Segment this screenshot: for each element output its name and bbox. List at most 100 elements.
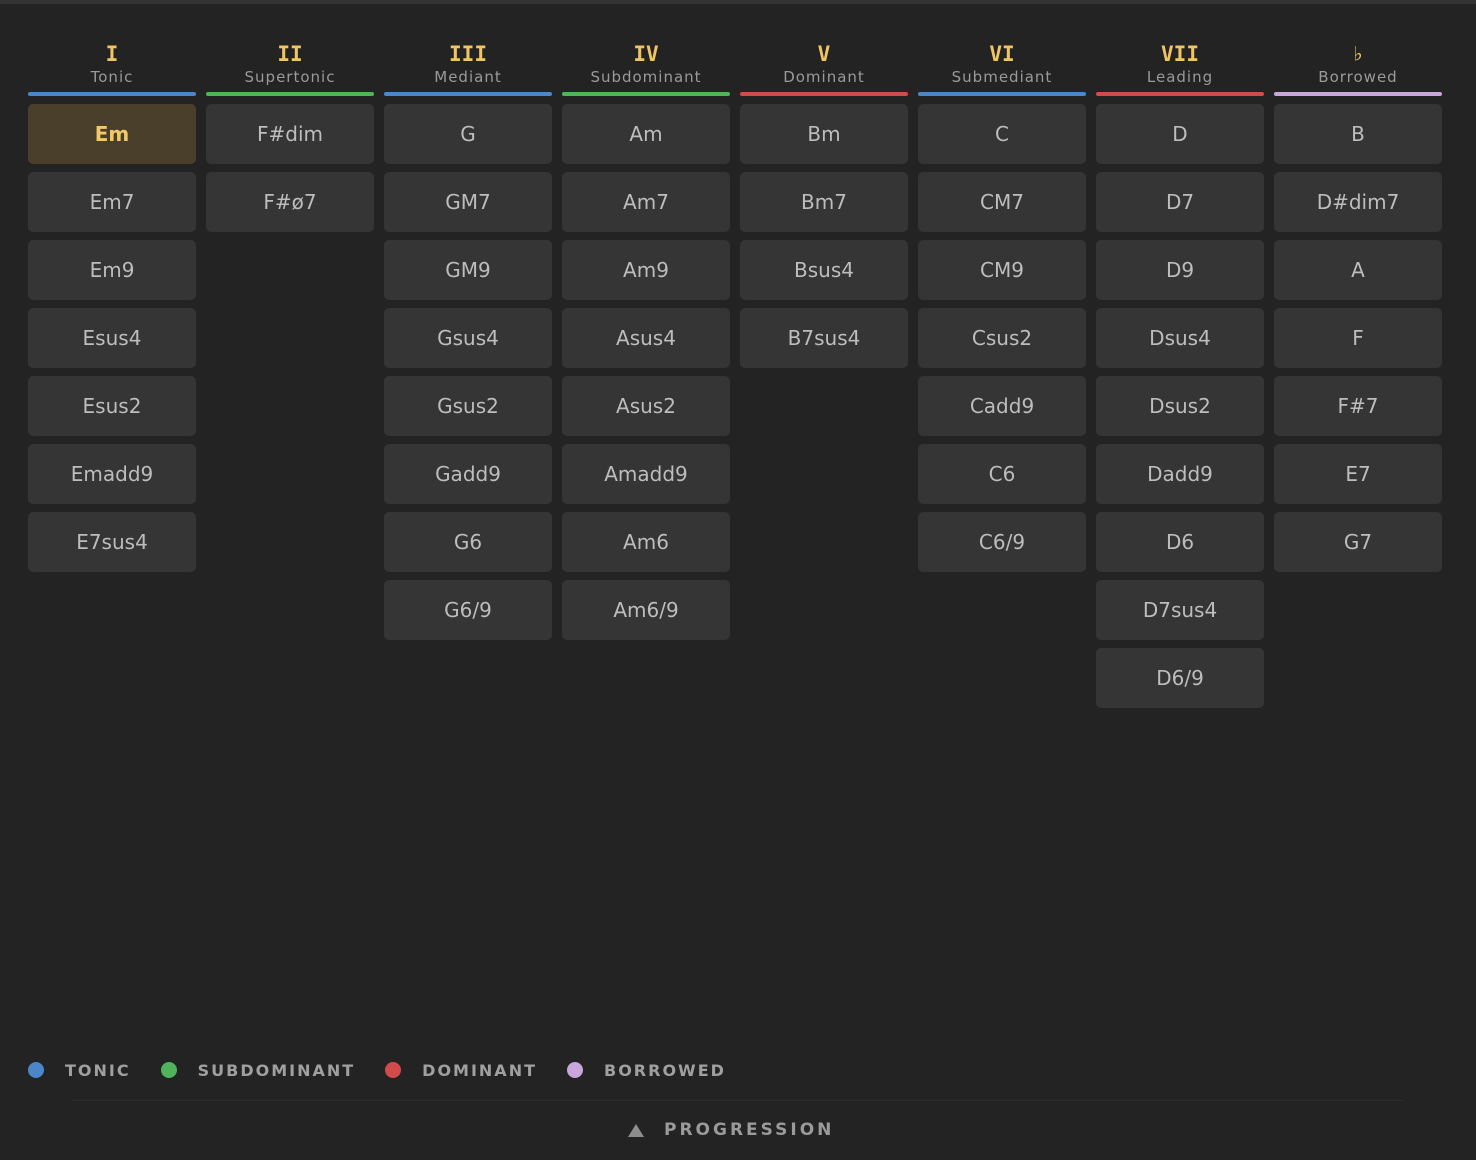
function-color-bar: [918, 92, 1086, 96]
progression-label: PROGRESSION: [664, 1120, 835, 1140]
chord-button[interactable]: F#dim: [206, 104, 374, 164]
chord-button[interactable]: Em9: [28, 240, 196, 300]
chord-list: Em Em7 Em9 Esus4 Esus2 Emadd9 E7sus4: [28, 104, 196, 572]
degree-numeral: VI: [989, 42, 1015, 66]
chord-button[interactable]: G: [384, 104, 552, 164]
chord-button[interactable]: Asus2: [562, 376, 730, 436]
chord-button[interactable]: D#dim7: [1274, 172, 1442, 232]
function-color-bar: [1096, 92, 1264, 96]
degree-function-label: Dominant: [783, 68, 865, 86]
legend-dot-icon: [567, 1062, 583, 1078]
chord-button[interactable]: Bm7: [740, 172, 908, 232]
chord-button[interactable]: F#7: [1274, 376, 1442, 436]
degree-function-label: Borrowed: [1318, 68, 1398, 86]
legend-dot-icon: [160, 1062, 177, 1078]
function-color-bar: [384, 92, 552, 96]
chord-button[interactable]: Am7: [562, 172, 730, 232]
chord-button[interactable]: Bm: [740, 104, 908, 164]
chord-button[interactable]: F: [1274, 308, 1442, 368]
chord-button[interactable]: A: [1274, 240, 1442, 300]
chord-list: B D#dim7 A F F#7 E7 G7: [1274, 104, 1442, 572]
degree-header: V Dominant: [740, 40, 908, 96]
function-color-bar: [206, 92, 374, 96]
chord-button[interactable]: Amadd9: [562, 444, 730, 504]
chord-button[interactable]: Cadd9: [918, 376, 1086, 436]
degree-column-8: ♭ Borrowed B D#dim7 A F F#7 E7 G7: [1274, 40, 1442, 708]
degree-header: IV Subdominant: [562, 40, 730, 96]
chord-button[interactable]: Em7: [28, 172, 196, 232]
chord-button[interactable]: D6: [1096, 512, 1264, 572]
chord-button[interactable]: F#ø7: [206, 172, 374, 232]
chord-list: C CM7 CM9 Csus2 Cadd9 C6 C6/9: [918, 104, 1086, 572]
chord-button[interactable]: Em: [28, 104, 196, 164]
degree-header: I Tonic: [28, 40, 196, 96]
chord-button[interactable]: G6/9: [384, 580, 552, 640]
degree-function-label: Subdominant: [590, 68, 702, 86]
chord-button[interactable]: D7sus4: [1096, 580, 1264, 640]
degree-column-2: II Supertonic F#dim F#ø7: [206, 40, 374, 708]
chord-button[interactable]: Asus4: [562, 308, 730, 368]
chord-button[interactable]: D9: [1096, 240, 1264, 300]
chord-button[interactable]: G6: [384, 512, 552, 572]
degree-column-6: VI Submediant C CM7 CM9 Csus2 Cadd9 C6 C6/9: [918, 40, 1086, 708]
chord-button[interactable]: Gadd9: [384, 444, 552, 504]
chord-button[interactable]: Gsus4: [384, 308, 552, 368]
chord-button[interactable]: Csus2: [918, 308, 1086, 368]
chord-button[interactable]: B7sus4: [740, 308, 908, 368]
chord-button[interactable]: D7: [1096, 172, 1264, 232]
divider: [72, 1100, 1404, 1101]
degree-header: ♭ Borrowed: [1274, 40, 1442, 96]
legend-dot-icon: [385, 1062, 402, 1078]
degree-header: VI Submediant: [918, 40, 1086, 96]
chord-button[interactable]: D: [1096, 104, 1264, 164]
degree-numeral: ♭: [1351, 42, 1365, 66]
chord-button[interactable]: G7: [1274, 512, 1442, 572]
chord-button[interactable]: Esus2: [28, 376, 196, 436]
degree-column-7: VII Leading D D7 D9 Dsus4 Dsus2 Dadd9 D6 D7sus4 D6…: [1096, 40, 1264, 708]
progression-toggle-button[interactable]: PROGRESSION: [618, 1114, 844, 1146]
degree-numeral: VII: [1161, 42, 1199, 66]
degree-column-5: V Dominant Bm Bm7 Bsus4 B7sus4: [740, 40, 908, 708]
chord-button[interactable]: Esus4: [28, 308, 196, 368]
degree-function-label: Submediant: [951, 68, 1053, 86]
chord-button[interactable]: C6: [918, 444, 1086, 504]
legend-label: TONIC: [65, 1060, 131, 1080]
chord-button[interactable]: GM7: [384, 172, 552, 232]
chord-button[interactable]: Dadd9: [1096, 444, 1264, 504]
chord-button[interactable]: B: [1274, 104, 1442, 164]
chord-button[interactable]: E7: [1274, 444, 1442, 504]
chord-button[interactable]: C: [918, 104, 1086, 164]
chord-button[interactable]: E7sus4: [28, 512, 196, 572]
chord-button[interactable]: Bsus4: [740, 240, 908, 300]
function-color-bar: [28, 92, 196, 96]
chord-button[interactable]: Dsus4: [1096, 308, 1264, 368]
chord-button[interactable]: Gsus2: [384, 376, 552, 436]
chord-button[interactable]: Dsus2: [1096, 376, 1264, 436]
chord-button[interactable]: GM9: [384, 240, 552, 300]
chord-button[interactable]: C6/9: [918, 512, 1086, 572]
chord-button[interactable]: Am6: [562, 512, 730, 572]
degree-function-label: Tonic: [90, 68, 134, 86]
chord-button[interactable]: CM9: [918, 240, 1086, 300]
legend-item: DOMINANT: [385, 1061, 537, 1080]
degree-numeral: II: [277, 42, 303, 66]
degree-column-3: III Mediant G GM7 GM9 Gsus4 Gsus2 Gadd9 G6 G6/9: [384, 40, 552, 708]
legend-label: SUBDOMINANT: [197, 1060, 356, 1080]
chord-button[interactable]: CM7: [918, 172, 1086, 232]
degree-header: VII Leading: [1096, 40, 1264, 96]
degree-numeral: I: [105, 42, 119, 66]
chord-button[interactable]: D6/9: [1096, 648, 1264, 708]
chord-button[interactable]: Am: [562, 104, 730, 164]
function-legend: TONIC SUBDOMINANT DOMINANT BORROWED: [28, 1058, 756, 1082]
chord-button[interactable]: Am6/9: [562, 580, 730, 640]
function-color-bar: [740, 92, 908, 96]
chord-list: F#dim F#ø7: [206, 104, 374, 232]
chord-button[interactable]: Am9: [562, 240, 730, 300]
chord-grid: I Tonic Em Em7 Em9 Esus4 Esus2 Emadd9 E7sus4 II Su…: [28, 40, 1442, 708]
chord-button[interactable]: Emadd9: [28, 444, 196, 504]
legend-item: SUBDOMINANT: [160, 1060, 356, 1080]
degree-numeral: III: [449, 42, 487, 66]
chord-list: D D7 D9 Dsus4 Dsus2 Dadd9 D6 D7sus4 D6/9: [1096, 104, 1264, 708]
degree-header: II Supertonic: [206, 40, 374, 96]
degree-numeral: V: [817, 42, 831, 66]
